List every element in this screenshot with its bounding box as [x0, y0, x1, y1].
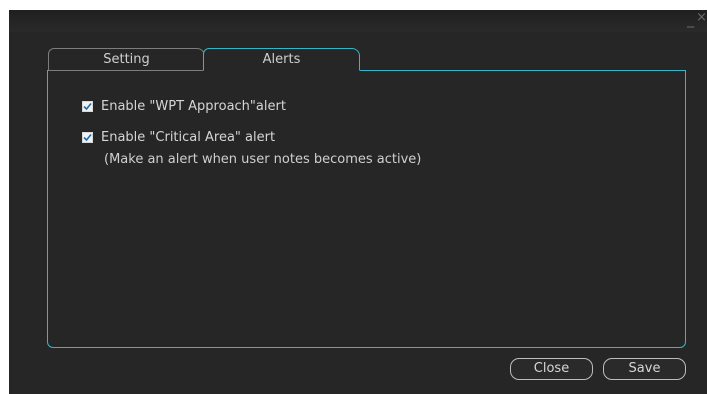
alerts-dialog: _ × Setting Alerts Enable "WPT Approach"… [9, 10, 707, 394]
close-button[interactable]: Close [510, 358, 593, 380]
tab-setting[interactable]: Setting [48, 48, 205, 70]
tab-alerts[interactable]: Alerts [203, 48, 360, 71]
window-controls: _ × [687, 11, 707, 28]
tab-divider [48, 70, 203, 71]
minimize-icon[interactable]: _ [687, 13, 694, 27]
close-icon[interactable]: × [696, 11, 707, 25]
title-bar[interactable]: _ × [9, 10, 707, 32]
alerts-panel [47, 70, 686, 348]
save-button[interactable]: Save [603, 358, 686, 380]
